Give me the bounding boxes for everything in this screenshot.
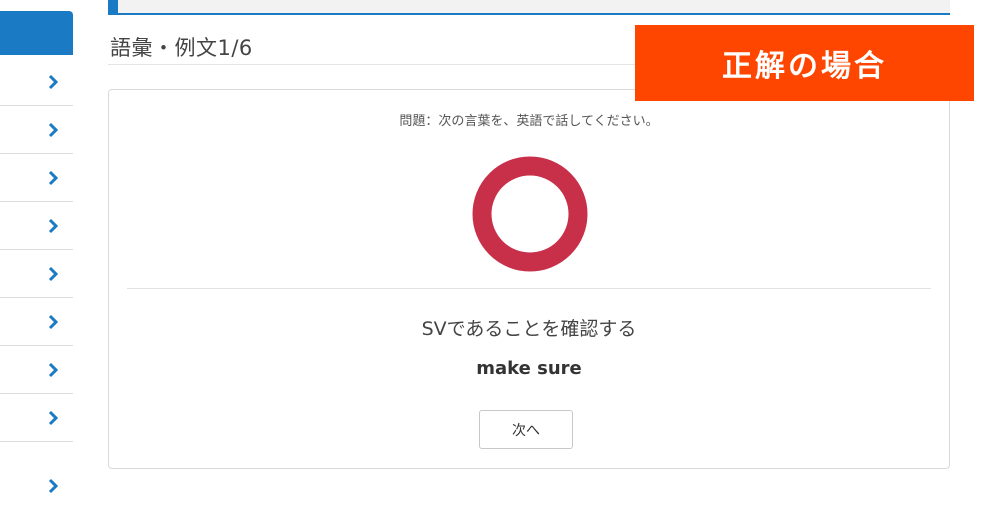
chevron-right-icon — [48, 218, 59, 233]
chevron-right-icon — [48, 266, 59, 281]
sidebar-item[interactable] — [0, 106, 73, 154]
sidebar — [0, 0, 73, 504]
english-answer: make sure — [476, 358, 582, 379]
sidebar-item[interactable] — [0, 58, 73, 106]
page-title: 語彙・例文1/6 — [110, 36, 253, 60]
question-prompt: 問題：次の言葉を、英語で話してください。 — [399, 114, 659, 129]
chevron-right-icon — [48, 170, 59, 185]
chevron-right-icon — [48, 362, 59, 377]
chevron-right-icon — [48, 74, 59, 89]
sidebar-item[interactable] — [0, 154, 73, 202]
sidebar-item[interactable] — [0, 250, 73, 298]
next-button[interactable]: 次へ — [479, 410, 573, 449]
chevron-right-icon — [48, 314, 59, 329]
chevron-right-icon — [48, 410, 59, 425]
japanese-meaning: SVであることを確認する — [421, 318, 637, 340]
sidebar-item[interactable] — [0, 298, 73, 346]
correct-case-badge: 正解の場合 — [635, 25, 974, 101]
top-bar — [108, 0, 950, 15]
sidebar-item[interactable] — [0, 346, 73, 394]
top-bar-accent — [108, 0, 118, 15]
card-divider — [127, 288, 931, 289]
sidebar-header[interactable] — [0, 11, 73, 55]
sidebar-item[interactable] — [0, 462, 73, 510]
sidebar-item[interactable] — [0, 202, 73, 250]
quiz-card: 問題：次の言葉を、英語で話してください。 SVであることを確認する make s… — [108, 89, 950, 469]
correct-circle-icon — [472, 156, 588, 272]
sidebar-item[interactable] — [0, 394, 73, 442]
chevron-right-icon — [48, 478, 59, 494]
chevron-right-icon — [48, 122, 59, 137]
